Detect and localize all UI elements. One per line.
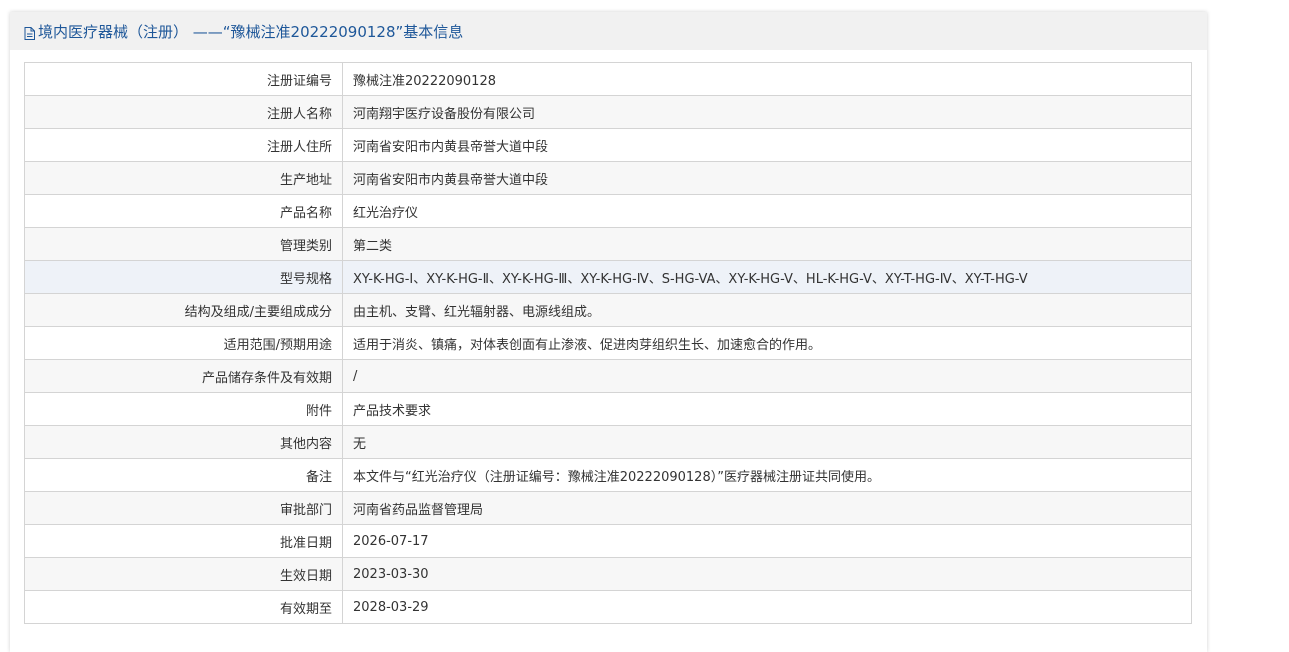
table-row: 生效日期 2023-03-30 xyxy=(24,557,1192,591)
row-label: 适用范围/预期用途 xyxy=(24,326,343,360)
table-row: 生产地址 河南省安阳市内黄县帝誉大道中段 xyxy=(24,161,1192,195)
row-label: 有效期至 xyxy=(24,590,343,624)
table-row: 型号规格 XY-K-HG-Ⅰ、XY-K-HG-Ⅱ、XY-K-HG-Ⅲ、XY-K-… xyxy=(24,260,1192,294)
row-value: 红光治疗仪 xyxy=(342,194,1192,228)
row-label: 生效日期 xyxy=(24,557,343,591)
row-value: 豫械注准20222090128 xyxy=(342,62,1192,96)
row-value: 2026-07-17 xyxy=(342,524,1192,558)
row-value: 产品技术要求 xyxy=(342,392,1192,426)
document-icon xyxy=(24,25,35,40)
row-label: 批准日期 xyxy=(24,524,343,558)
row-value: 河南省安阳市内黄县帝誉大道中段 xyxy=(342,128,1192,162)
row-value: / xyxy=(342,359,1192,393)
page-title: 境内医疗器械（注册） ——“豫械注准20222090128”基本信息 xyxy=(38,22,464,41)
row-value: 河南省安阳市内黄县帝誉大道中段 xyxy=(342,161,1192,195)
row-label: 备注 xyxy=(24,458,343,492)
table-row: 注册人名称 河南翔宇医疗设备股份有限公司 xyxy=(24,95,1192,129)
table-row: 其他内容 无 xyxy=(24,425,1192,459)
row-label: 产品名称 xyxy=(24,194,343,228)
table-row: 注册人住所 河南省安阳市内黄县帝誉大道中段 xyxy=(24,128,1192,162)
panel-header: 境内医疗器械（注册） ——“豫械注准20222090128”基本信息 xyxy=(10,12,1207,50)
info-panel: 境内医疗器械（注册） ——“豫械注准20222090128”基本信息 注册证编号… xyxy=(10,12,1207,652)
row-label: 型号规格 xyxy=(24,260,343,294)
table-row: 结构及组成/主要组成成分 由主机、支臂、红光辐射器、电源线组成。 xyxy=(24,293,1192,327)
row-value: 2028-03-29 xyxy=(342,590,1192,624)
row-label: 附件 xyxy=(24,392,343,426)
row-value: 河南省药品监督管理局 xyxy=(342,491,1192,525)
table-row: 有效期至 2028-03-29 xyxy=(24,590,1192,624)
row-value: 由主机、支臂、红光辐射器、电源线组成。 xyxy=(342,293,1192,327)
row-label: 生产地址 xyxy=(24,161,343,195)
row-value: 本文件与“红光治疗仪（注册证编号：豫械注准20222090128）”医疗器械注册… xyxy=(342,458,1192,492)
row-label: 结构及组成/主要组成成分 xyxy=(24,293,343,327)
row-value: 适用于消炎、镇痛，对体表创面有止渗液、促进肉芽组织生长、加速愈合的作用。 xyxy=(342,326,1192,360)
row-label: 其他内容 xyxy=(24,425,343,459)
row-value: 河南翔宇医疗设备股份有限公司 xyxy=(342,95,1192,129)
table-row: 注册证编号 豫械注准20222090128 xyxy=(24,62,1192,96)
info-table: 注册证编号 豫械注准20222090128 注册人名称 河南翔宇医疗设备股份有限… xyxy=(24,62,1192,624)
row-value: XY-K-HG-Ⅰ、XY-K-HG-Ⅱ、XY-K-HG-Ⅲ、XY-K-HG-Ⅳ、… xyxy=(342,260,1192,294)
row-label: 注册人住所 xyxy=(24,128,343,162)
table-row: 附件 产品技术要求 xyxy=(24,392,1192,426)
table-row: 备注 本文件与“红光治疗仪（注册证编号：豫械注准20222090128）”医疗器… xyxy=(24,458,1192,492)
table-row: 管理类别 第二类 xyxy=(24,227,1192,261)
table-row: 产品名称 红光治疗仪 xyxy=(24,194,1192,228)
row-value: 无 xyxy=(342,425,1192,459)
row-label: 产品储存条件及有效期 xyxy=(24,359,343,393)
row-label: 审批部门 xyxy=(24,491,343,525)
table-row: 适用范围/预期用途 适用于消炎、镇痛，对体表创面有止渗液、促进肉芽组织生长、加速… xyxy=(24,326,1192,360)
table-row: 产品储存条件及有效期 / xyxy=(24,359,1192,393)
row-value: 2023-03-30 xyxy=(342,557,1192,591)
row-label: 注册人名称 xyxy=(24,95,343,129)
table-row: 批准日期 2026-07-17 xyxy=(24,524,1192,558)
table-row: 审批部门 河南省药品监督管理局 xyxy=(24,491,1192,525)
row-label: 注册证编号 xyxy=(24,62,343,96)
row-label: 管理类别 xyxy=(24,227,343,261)
row-value: 第二类 xyxy=(342,227,1192,261)
